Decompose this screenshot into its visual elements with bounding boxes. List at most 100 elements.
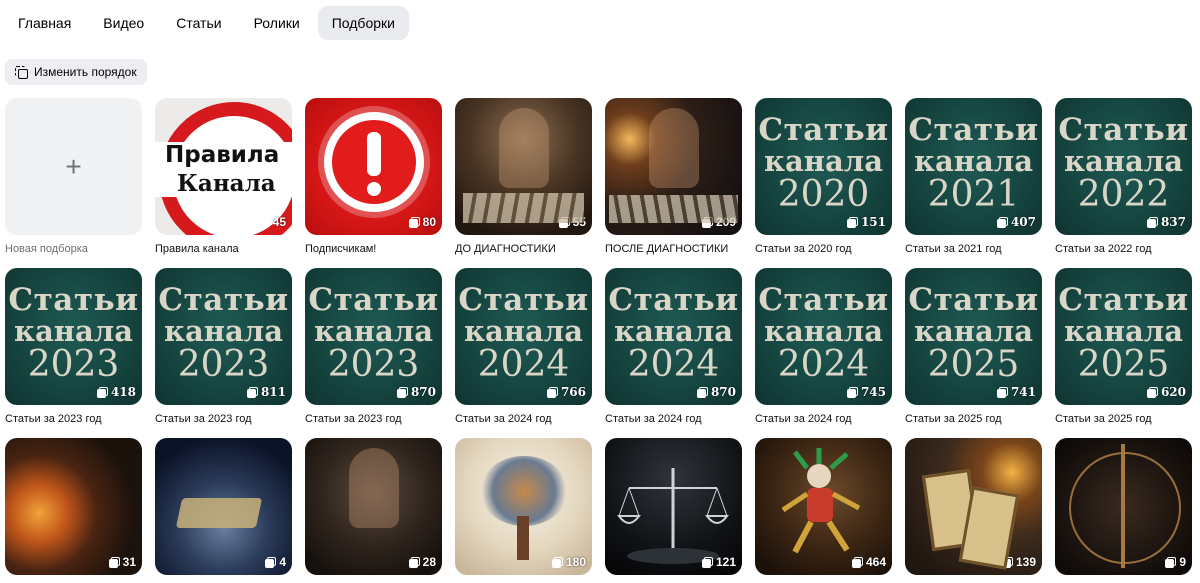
collection-card[interactable]: Статьи канала 2021 407 Статьи за 2021 го…: [905, 98, 1042, 268]
collection-cover[interactable]: Статьи канала 2023 418: [5, 268, 142, 405]
stack-icon: [546, 386, 558, 398]
collection-card[interactable]: Статьи канала 2023 418 Статьи за 2023 го…: [5, 268, 142, 438]
collection-cover[interactable]: 139: [905, 438, 1042, 575]
collection-card[interactable]: 180: [455, 438, 592, 578]
item-count: 9: [1165, 555, 1186, 569]
collection-cover[interactable]: 4: [155, 438, 292, 575]
collection-title: Подписчикам!: [305, 243, 377, 255]
item-count: 45: [258, 215, 286, 229]
collection-title: Статьи за 2024 год: [455, 413, 552, 425]
collection-card[interactable]: 80 Подписчикам!: [305, 98, 442, 268]
collection-cover[interactable]: 80: [305, 98, 442, 235]
collection-cover[interactable]: Статьи канала 2020 151: [755, 98, 892, 235]
cover-text: канала: [764, 144, 883, 178]
item-count: 55: [558, 215, 586, 229]
cover-text: Статьи: [908, 112, 1039, 148]
collection-cover[interactable]: Статьи канала 2022 837: [1055, 98, 1192, 235]
item-count: 870: [696, 385, 736, 399]
collection-cover[interactable]: 180: [455, 438, 592, 575]
collection-cover[interactable]: 121: [605, 438, 742, 575]
cover-text: Статьи: [908, 282, 1039, 318]
collection-title: Статьи за 2021 год: [905, 243, 1002, 255]
collection-card[interactable]: Правила Канала 45 Правила канала: [155, 98, 292, 268]
cover-year: 2023: [327, 344, 420, 385]
cover-year: 2025: [927, 344, 1020, 385]
collection-cover[interactable]: Статьи канала 2024 745: [755, 268, 892, 405]
cover-text: канала: [314, 314, 433, 348]
collection-card[interactable]: Статьи канала 2023 811 Статьи за 2023 го…: [155, 268, 292, 438]
collection-title: ДО ДИАГНОСТИКИ: [455, 243, 556, 255]
stack-icon: [1146, 216, 1158, 228]
collection-card[interactable]: 121: [605, 438, 742, 578]
collection-cover[interactable]: 209: [605, 98, 742, 235]
collection-card[interactable]: 139: [905, 438, 1042, 578]
cover-text: Статьи: [1058, 112, 1189, 148]
cover-text: канала: [914, 144, 1033, 178]
collection-card[interactable]: Статьи канала 2024 745 Статьи за 2024 го…: [755, 268, 892, 438]
collection-card[interactable]: Статьи канала 2024 766 Статьи за 2024 го…: [455, 268, 592, 438]
collection-card[interactable]: 209 ПОСЛЕ ДИАГНОСТИКИ: [605, 98, 742, 268]
collection-card[interactable]: 55 ДО ДИАГНОСТИКИ: [455, 98, 592, 268]
plus-icon: +: [65, 150, 82, 182]
collection-cover[interactable]: 464: [755, 438, 892, 575]
tab-collections[interactable]: Подборки: [317, 6, 409, 40]
collection-cover[interactable]: Статьи канала 2024 766: [455, 268, 592, 405]
reorder-icon: [15, 65, 28, 79]
tab-main[interactable]: Главная: [4, 6, 85, 40]
collection-card[interactable]: 464: [755, 438, 892, 578]
reorder-button[interactable]: Изменить порядок: [5, 59, 147, 85]
new-collection-label: Новая подборка: [5, 243, 88, 255]
collection-card[interactable]: Статьи канала 2023 870 Статьи за 2023 го…: [305, 268, 442, 438]
cover-year: 2024: [627, 344, 720, 385]
collection-card[interactable]: Статьи канала 2020 151 Статьи за 2020 го…: [755, 98, 892, 268]
tab-articles[interactable]: Статьи: [162, 6, 235, 40]
item-count: 811: [246, 385, 286, 399]
collection-title: Статьи за 2023 год: [305, 413, 402, 425]
collection-card[interactable]: Статьи канала 2024 870 Статьи за 2024 го…: [605, 268, 742, 438]
tab-shorts[interactable]: Ролики: [240, 6, 314, 40]
new-collection-card[interactable]: + Новая подборка: [5, 98, 142, 268]
collection-cover[interactable]: Правила Канала 45: [155, 98, 292, 235]
stack-icon: [396, 386, 408, 398]
cover-year: 2024: [777, 344, 870, 385]
item-count: 741: [996, 385, 1036, 399]
stack-icon: [696, 386, 708, 398]
stack-icon: [996, 386, 1008, 398]
collection-cover[interactable]: Статьи канала 2024 870: [605, 268, 742, 405]
stack-icon: [996, 216, 1008, 228]
collection-card[interactable]: Статьи канала 2025 620 Статьи за 2025 го…: [1055, 268, 1192, 438]
cover-year: 2023: [177, 344, 270, 385]
collection-card[interactable]: Статьи канала 2025 741 Статьи за 2025 го…: [905, 268, 1042, 438]
collection-cover[interactable]: 31: [5, 438, 142, 575]
collection-card[interactable]: 4: [155, 438, 292, 578]
collection-card[interactable]: 28: [305, 438, 442, 578]
collection-cover[interactable]: 55: [455, 98, 592, 235]
cover-year: 2025: [1077, 344, 1170, 385]
collection-card[interactable]: 9: [1055, 438, 1192, 578]
item-count: 4: [265, 555, 286, 569]
collection-cover[interactable]: Статьи канала 2025 620: [1055, 268, 1192, 405]
item-count: 139: [1001, 555, 1036, 569]
cover-text: Статьи: [1058, 282, 1189, 318]
collection-title: Статьи за 2023 год: [5, 413, 102, 425]
stack-icon: [108, 556, 120, 568]
collection-cover[interactable]: Статьи канала 2025 741: [905, 268, 1042, 405]
item-count: 620: [1146, 385, 1186, 399]
item-count: 28: [408, 555, 436, 569]
collection-cover[interactable]: 9: [1055, 438, 1192, 575]
tab-video[interactable]: Видео: [89, 6, 158, 40]
collection-title: Правила канала: [155, 243, 239, 255]
collection-card[interactable]: 31: [5, 438, 142, 578]
collection-card[interactable]: Статьи канала 2022 837 Статьи за 2022 го…: [1055, 98, 1192, 268]
collection-cover[interactable]: 28: [305, 438, 442, 575]
item-count: 407: [996, 215, 1036, 229]
reorder-button-label: Изменить порядок: [34, 65, 137, 79]
cover-text: Статьи: [158, 282, 289, 318]
cover-text: канала: [1064, 314, 1183, 348]
cover-text: канала: [764, 314, 883, 348]
stack-icon: [1146, 386, 1158, 398]
collection-cover[interactable]: Статьи канала 2023 870: [305, 268, 442, 405]
collection-cover[interactable]: Статьи канала 2021 407: [905, 98, 1042, 235]
new-collection-tile[interactable]: +: [5, 98, 142, 235]
collection-cover[interactable]: Статьи канала 2023 811: [155, 268, 292, 405]
